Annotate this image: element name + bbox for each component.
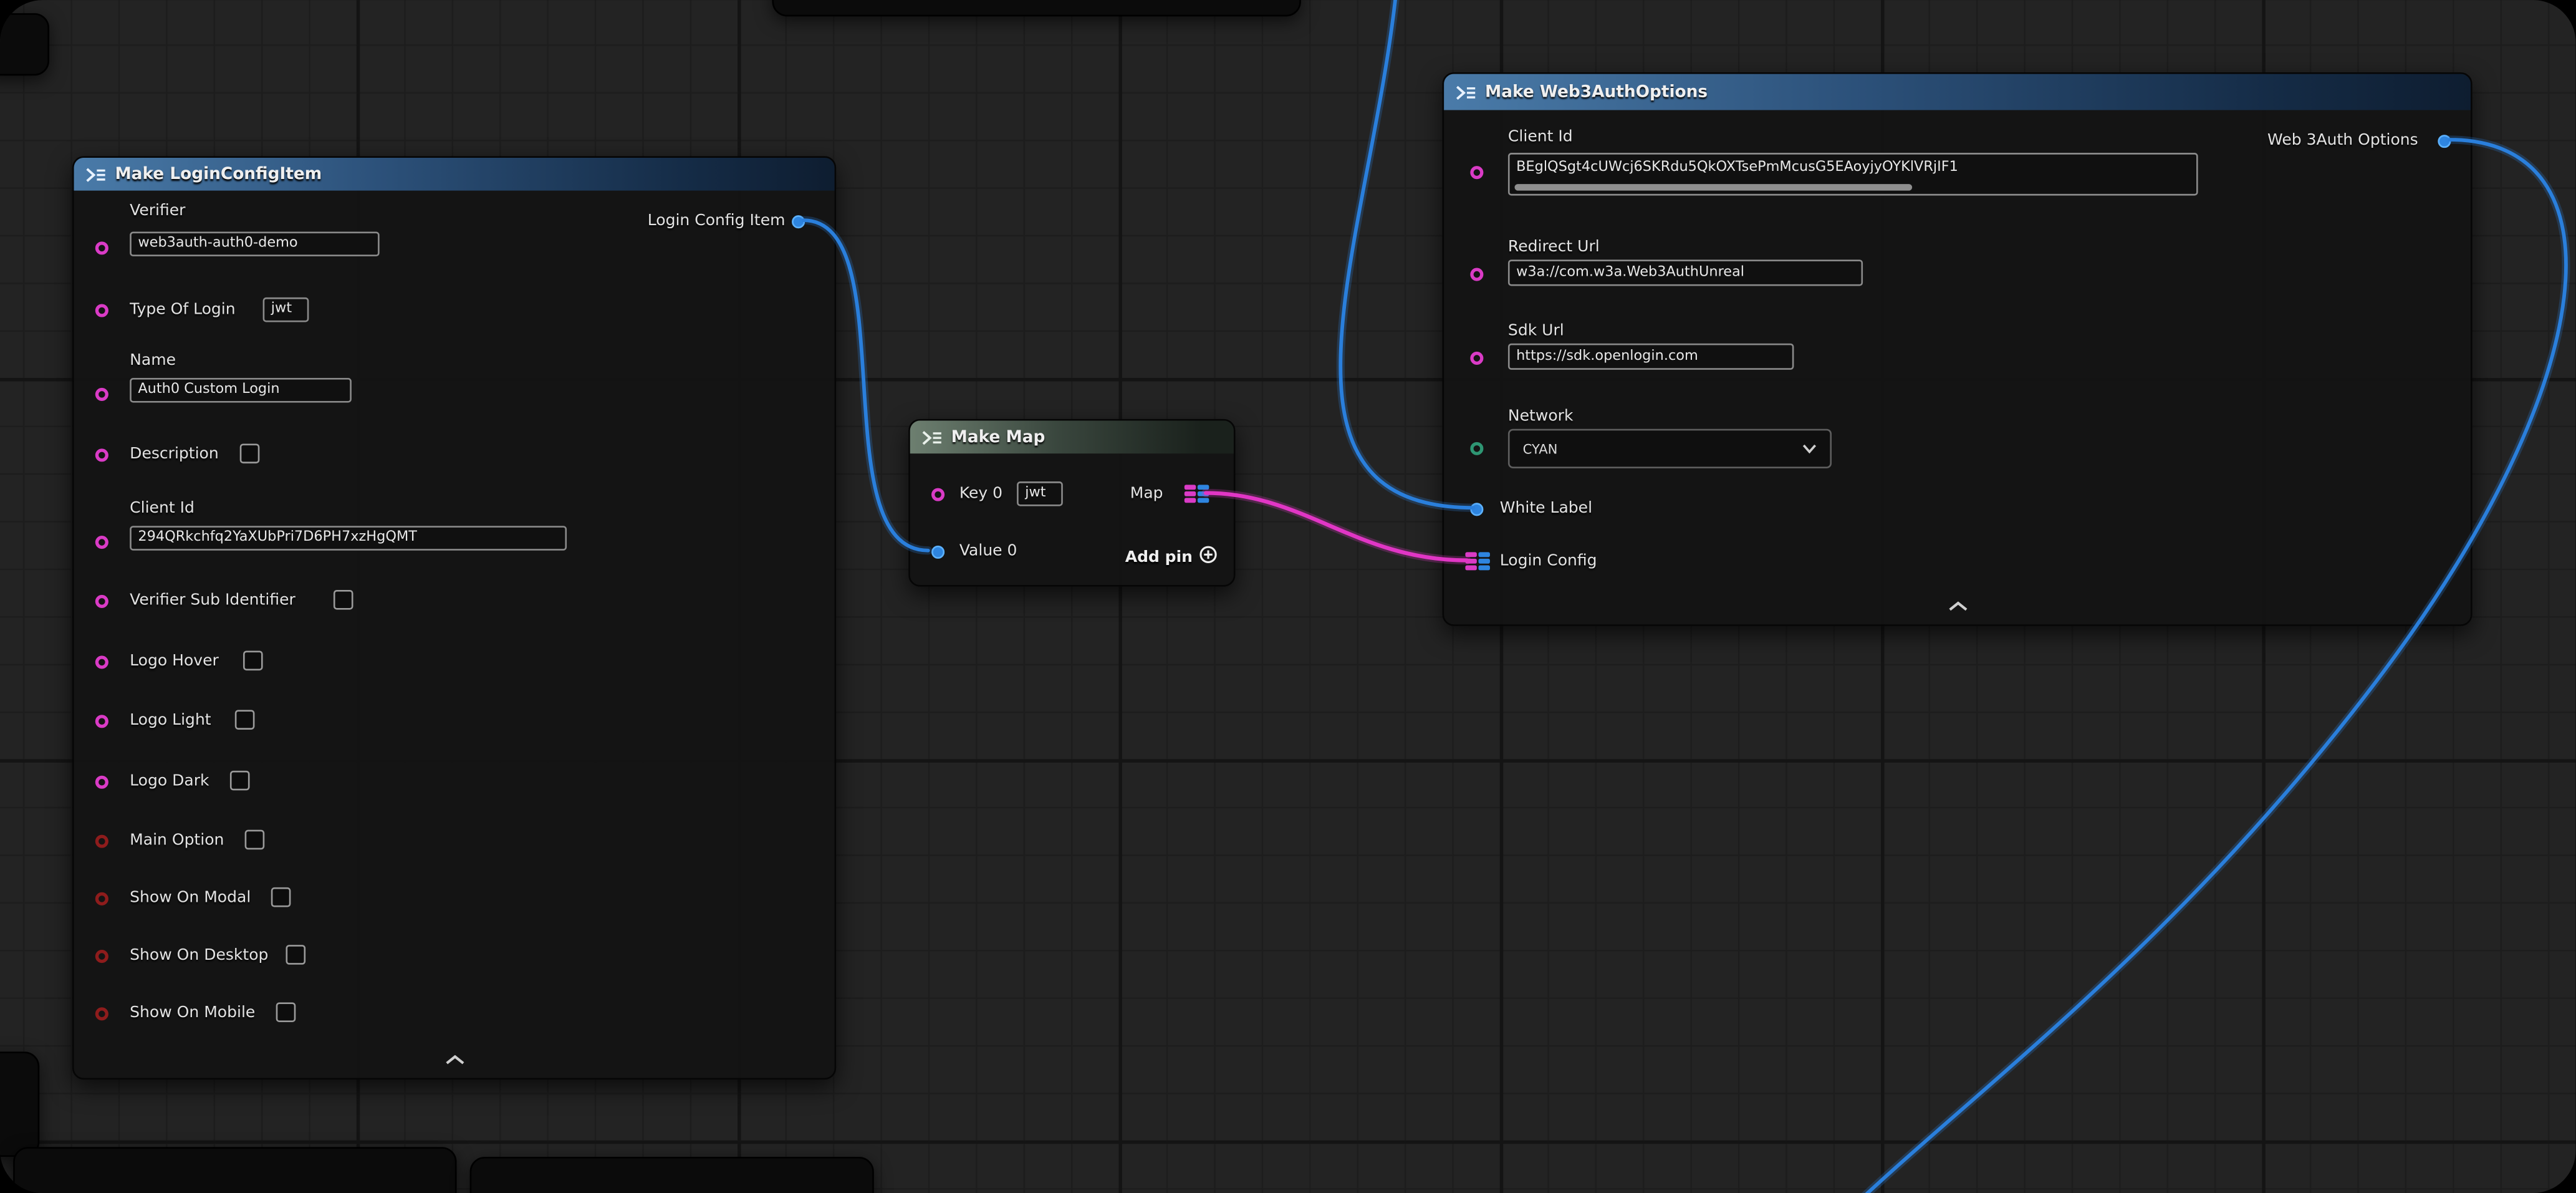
offscreen-node-bottom-left[interactable] xyxy=(0,1051,39,1157)
pin-label-logo-dark: Logo Dark xyxy=(130,772,209,790)
pin-label-logo-hover: Logo Hover xyxy=(130,652,219,670)
field-logo-light[interactable] xyxy=(235,710,255,730)
pin-logo-hover[interactable] xyxy=(95,655,108,669)
node-make-web3authoptions[interactable]: Make Web3AuthOptions Web 3Auth Options C… xyxy=(1443,72,2473,626)
pin-label-type-of-login: Type Of Login xyxy=(130,301,235,319)
pin-white-label[interactable] xyxy=(1470,503,1483,516)
node-header[interactable]: Make Map xyxy=(910,421,1234,454)
pin-label-client-id: Client Id xyxy=(1508,128,1573,147)
pin-label-key-0: Key 0 xyxy=(959,485,1002,503)
node-make-loginconfigitem[interactable]: Make LoginConfigItem Login Config Item V… xyxy=(72,156,836,1079)
node-header[interactable]: Make LoginConfigItem xyxy=(74,158,835,191)
pin-logo-dark[interactable] xyxy=(95,776,108,789)
field-verifier-sub-identifier[interactable] xyxy=(334,590,353,610)
pin-network[interactable] xyxy=(1470,442,1483,455)
field-client-id[interactable]: 294QRkchfq2YaXUbPri7D6PH7xzHgQMT xyxy=(130,526,567,551)
pin-label-show-on-modal: Show On Modal xyxy=(130,889,251,907)
pin-label-logo-light: Logo Light xyxy=(130,712,211,730)
output-pin-web3auth-options[interactable] xyxy=(2438,135,2451,148)
wire-map-to-loginconfig[interactable] xyxy=(1206,493,1467,561)
network-dropdown[interactable]: CYAN xyxy=(1508,429,1832,468)
field-sdk-url[interactable]: https://sdk.openlogin.com xyxy=(1508,344,1794,370)
pin-client-id[interactable] xyxy=(95,536,108,549)
field-redirect-url[interactable]: w3a://com.w3a.Web3AuthUnreal xyxy=(1508,259,1863,286)
collapse-node-button[interactable] xyxy=(1943,598,1972,614)
pin-sdk-url[interactable] xyxy=(1470,352,1483,365)
pin-verifier-sub-identifier[interactable] xyxy=(95,595,108,608)
pin-label-show-on-desktop: Show On Desktop xyxy=(130,947,268,965)
make-map-icon xyxy=(921,428,943,446)
field-client-id-text: BEglQSgt4cUWcj6SKRdu5QkOXTsePmMcusG5EAoy… xyxy=(1516,160,1958,176)
pin-verifier[interactable] xyxy=(95,241,108,254)
offscreen-node-top-left[interactable] xyxy=(0,13,49,75)
field-type-of-login[interactable]: jwt xyxy=(263,297,309,322)
make-struct-icon xyxy=(1456,83,1477,101)
field-show-on-modal[interactable] xyxy=(271,887,291,907)
blueprint-canvas[interactable]: Make LoginConfigItem Login Config Item V… xyxy=(0,0,2576,1193)
output-pin-label: Login Config Item xyxy=(648,212,786,230)
wire-map-to-loginconfig-glow xyxy=(1206,493,1467,561)
node-title: Make LoginConfigItem xyxy=(115,165,322,183)
pin-label-show-on-mobile: Show On Mobile xyxy=(130,1004,255,1022)
output-pin-label: Map xyxy=(1130,485,1163,503)
pin-description[interactable] xyxy=(95,448,108,461)
pin-key-0[interactable] xyxy=(931,488,944,501)
pin-label-redirect-url: Redirect Url xyxy=(1508,238,1600,256)
network-dropdown-value: CYAN xyxy=(1523,441,1558,456)
field-show-on-desktop[interactable] xyxy=(286,945,305,965)
node-title: Make Map xyxy=(951,428,1045,446)
pin-name[interactable] xyxy=(95,388,108,401)
pin-label-value-0: Value 0 xyxy=(959,543,1017,561)
output-pin-map[interactable] xyxy=(1185,485,1209,506)
field-name[interactable]: Auth0 Custom Login xyxy=(130,378,352,403)
offscreen-node-bottom-1[interactable] xyxy=(13,1147,456,1193)
pin-show-on-mobile[interactable] xyxy=(95,1007,108,1020)
pin-login-config[interactable] xyxy=(1465,552,1490,573)
pin-label-verifier-sub-identifier: Verifier Sub Identifier xyxy=(130,592,296,610)
field-logo-hover[interactable] xyxy=(243,650,263,670)
pin-label-client-id: Client Id xyxy=(130,500,195,518)
pin-label-sdk-url: Sdk Url xyxy=(1508,322,1564,340)
node-make-map[interactable]: Make Map Key 0 jwt Map Value 0 Add pin xyxy=(908,419,1235,587)
offscreen-node-top[interactable] xyxy=(772,0,1300,16)
pin-label-network: Network xyxy=(1508,407,1574,425)
output-pin-login-config-item[interactable] xyxy=(792,215,805,228)
pin-label-verifier: Verifier xyxy=(130,202,185,220)
pin-type-of-login[interactable] xyxy=(95,304,108,317)
field-logo-dark[interactable] xyxy=(230,771,250,791)
make-struct-icon xyxy=(85,165,107,183)
pin-label-name: Name xyxy=(130,352,176,370)
field-description[interactable] xyxy=(240,443,260,463)
field-main-option[interactable] xyxy=(245,830,265,850)
plus-circle-icon xyxy=(1199,546,1218,569)
offscreen-node-bottom-2[interactable] xyxy=(470,1157,874,1193)
field-client-id[interactable]: BEglQSgt4cUWcj6SKRdu5QkOXTsePmMcusG5EAoy… xyxy=(1508,153,2198,196)
pin-value-0[interactable] xyxy=(931,546,944,559)
output-pin-label: Web 3Auth Options xyxy=(2267,132,2418,150)
pin-redirect-url[interactable] xyxy=(1470,268,1483,281)
pin-show-on-desktop[interactable] xyxy=(95,950,108,963)
collapse-node-button[interactable] xyxy=(440,1051,469,1068)
node-header[interactable]: Make Web3AuthOptions xyxy=(1444,74,2471,110)
pin-label-login-config: Login Config xyxy=(1500,552,1597,570)
field-verifier[interactable]: web3auth-auth0-demo xyxy=(130,232,380,257)
pin-client-id[interactable] xyxy=(1470,166,1483,179)
pin-show-on-modal[interactable] xyxy=(95,892,108,906)
pin-label-description: Description xyxy=(130,445,219,463)
node-title: Make Web3AuthOptions xyxy=(1485,83,1708,101)
field-key-0[interactable]: jwt xyxy=(1017,481,1063,506)
chevron-down-icon xyxy=(1802,441,1817,456)
add-pin-button[interactable]: Add pin xyxy=(1125,546,1218,569)
pin-label-main-option: Main Option xyxy=(130,831,224,849)
add-pin-label: Add pin xyxy=(1125,548,1193,566)
pin-main-option[interactable] xyxy=(95,835,108,848)
field-scrollbar[interactable] xyxy=(1514,184,1913,191)
field-show-on-mobile[interactable] xyxy=(276,1002,296,1022)
pin-label-white-label: White Label xyxy=(1500,500,1592,518)
pin-logo-light[interactable] xyxy=(95,715,108,728)
